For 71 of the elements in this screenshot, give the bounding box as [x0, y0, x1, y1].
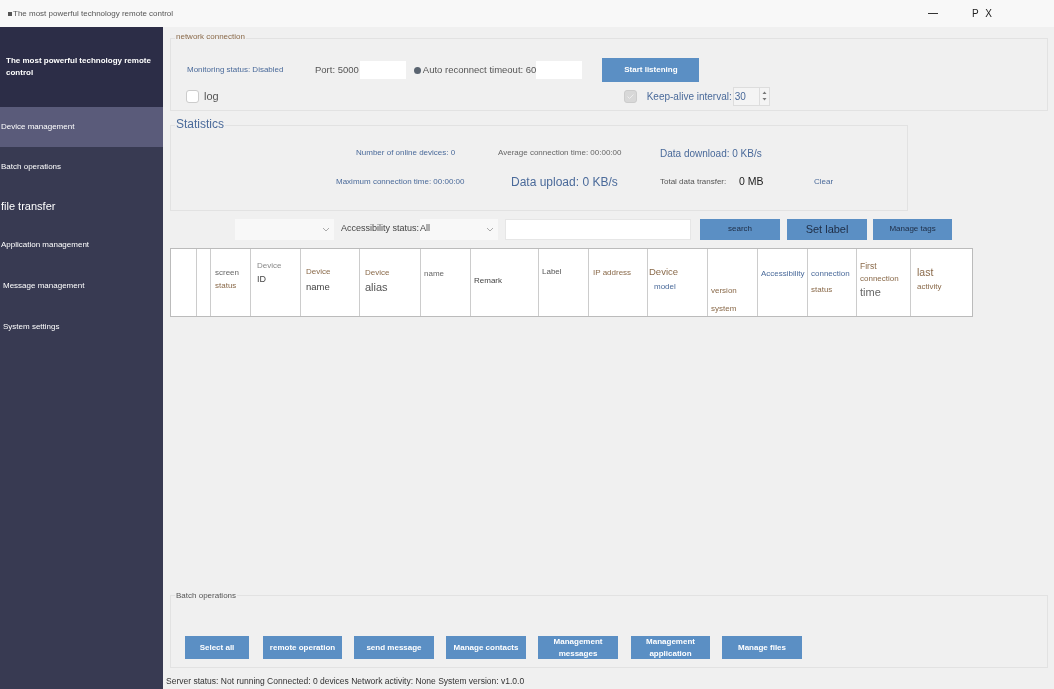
port-label: Port: 5000 — [315, 62, 359, 77]
toolbar-button[interactable]: Set label — [787, 218, 868, 240]
batch-button[interactable]: Manage files — [722, 636, 802, 659]
batch-button[interactable]: Management messages — [538, 636, 618, 659]
column-header: ID — [257, 275, 267, 284]
stat-text: Number of online devices: 0 — [356, 147, 457, 159]
column-header: IP address — [593, 269, 633, 277]
column-header: Remark — [474, 277, 503, 285]
search-field[interactable] — [505, 218, 692, 240]
column-header: Device — [257, 262, 283, 270]
dropdown[interactable] — [235, 218, 334, 240]
spin-arrows-icon[interactable] — [758, 87, 769, 105]
toolbar-button[interactable]: search — [700, 218, 781, 240]
column-header: Device — [365, 269, 391, 277]
column-header: Device — [649, 267, 680, 277]
sidebar-item[interactable]: System settings — [0, 307, 163, 347]
batch-button[interactable]: Management application — [631, 636, 710, 659]
filter-label: Accessibility status: — [341, 222, 420, 236]
window-title: The most powerful technology remote control — [13, 7, 174, 20]
column-header: activity — [917, 282, 943, 291]
checkbox[interactable] — [186, 89, 199, 103]
column-header: system — [711, 305, 738, 313]
start-listening-button[interactable]: Start listening — [602, 58, 700, 82]
toolbar-button[interactable]: Manage tags — [873, 218, 953, 240]
column-header: status — [215, 282, 238, 290]
column-header: First — [860, 262, 878, 271]
chevron-icon — [486, 226, 495, 232]
column-header: screen — [215, 269, 240, 277]
sidebar-item[interactable]: Application management — [0, 225, 163, 265]
status-text: Server status: Not running Connected: 0 devices Network activity: None System version: v1.0.0 — [166, 674, 526, 688]
batch-button[interactable]: Manage contacts — [446, 636, 526, 659]
group-title: network connection — [175, 33, 246, 41]
column-header: Label — [542, 268, 563, 276]
sidebar-item[interactable]: Device management — [0, 107, 163, 147]
stat-label: Total data transfer: — [660, 176, 728, 188]
stat-text: Average connection time: 00:00:00 — [498, 147, 623, 159]
group-title: Statistics — [175, 117, 225, 131]
sidebar-item[interactable]: Message management — [0, 265, 163, 307]
column-header: Accessibility — [761, 270, 806, 278]
column-header: time — [860, 286, 882, 298]
stat-text: Data upload: 0 KB/s — [511, 174, 619, 191]
checkbox-label: log — [204, 88, 219, 104]
batch-button[interactable]: send message — [354, 636, 434, 659]
column-header: connection — [811, 270, 851, 278]
stat-text: Data download: 0 KB/s — [660, 146, 762, 161]
column-header: status — [811, 286, 834, 294]
column-header: alias — [365, 282, 389, 293]
stat-text: Maximum connection time: 00:00:00 — [336, 176, 466, 188]
column-header: connection — [860, 274, 900, 283]
batch-button[interactable]: Select all — [185, 636, 249, 659]
column-header: name — [424, 270, 445, 278]
clear-link[interactable]: Clear — [814, 176, 834, 188]
column-header: name — [306, 282, 331, 292]
dropdown[interactable]: All — [420, 218, 499, 240]
app-icon — [8, 11, 12, 16]
keep-alive-label: Keep-alive interval: — [646, 89, 732, 104]
group-title: Batch operations — [175, 592, 238, 600]
stat-value: 0 MB — [739, 174, 765, 190]
sidebar-item[interactable]: file transfer — [0, 187, 163, 225]
chevron-icon — [322, 226, 330, 232]
sidebar-title: The most powerful technology remote control — [6, 55, 152, 79]
minimize-icon[interactable] — [928, 12, 939, 15]
status-text: Monitoring status: Disabled — [187, 64, 285, 76]
batch-button[interactable]: remote operation — [263, 636, 342, 659]
reconnect-label: Auto reconnect timeout: 60 — [422, 62, 537, 77]
column-header: Device — [306, 268, 332, 276]
sidebar-item[interactable]: Batch operations — [0, 147, 163, 187]
window-controls[interactable]: P X — [972, 6, 994, 21]
column-header: last — [917, 267, 935, 278]
column-header: model — [654, 282, 677, 291]
column-header: version — [711, 287, 738, 295]
